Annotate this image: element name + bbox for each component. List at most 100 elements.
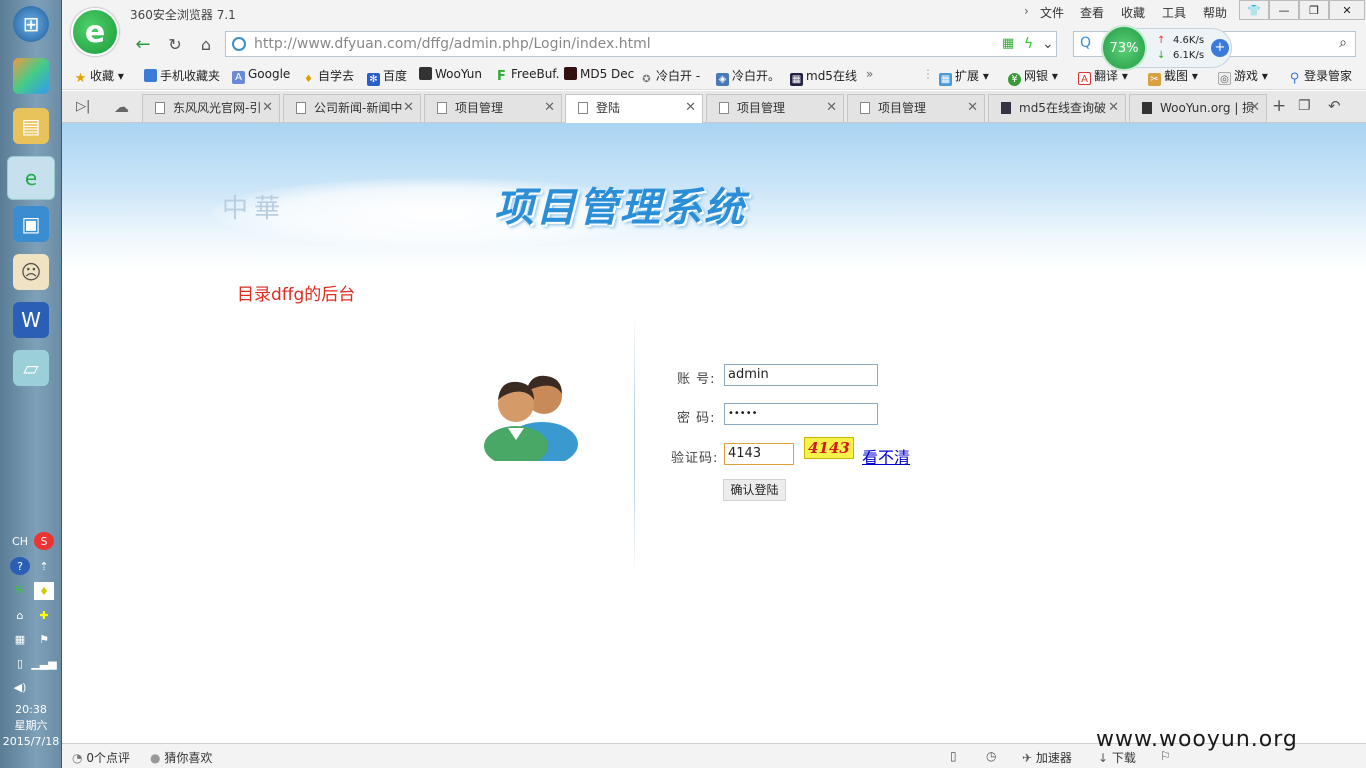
tab-project-2[interactable]: 项目管理 ✕ bbox=[706, 94, 844, 122]
bookmark-mobile[interactable]: 手机收藏夹 bbox=[144, 67, 220, 84]
close-tab-icon[interactable]: ✕ bbox=[262, 95, 273, 121]
bookmark-wooyun[interactable]: WooYun bbox=[419, 67, 482, 81]
toolbar-games[interactable]: ◎ 游戏 ▾ bbox=[1218, 67, 1268, 85]
notebook-icon[interactable]: ▱ bbox=[13, 350, 49, 386]
page-content: 中華 项目管理系统 目录dffg的后台 账 号: admin 密 码: ••••… bbox=[62, 123, 1366, 743]
close-tab-icon[interactable]: ✕ bbox=[685, 95, 696, 121]
menu-help[interactable]: 帮助 bbox=[1203, 4, 1227, 21]
comments-status[interactable]: ◔ 0个点评 bbox=[72, 749, 130, 766]
bookmark-lengbaikai-1[interactable]: ✪ 冷白开 - bbox=[640, 67, 700, 86]
captcha-image[interactable]: 4143 bbox=[804, 437, 854, 459]
mobile-icon[interactable]: ▯ bbox=[950, 749, 957, 763]
download-arrow-icon: ↓ bbox=[1157, 50, 1166, 61]
captcha-refresh-link[interactable]: 看不清 bbox=[862, 444, 910, 468]
bulb-icon[interactable]: ♦ bbox=[34, 582, 54, 600]
360-browser-logo[interactable]: e bbox=[71, 8, 119, 56]
chevron-down-icon[interactable]: ⌄ bbox=[1042, 32, 1054, 56]
tab-md5[interactable]: md5在线查询破 ✕ bbox=[988, 94, 1126, 122]
more-bookmarks-icon[interactable]: » bbox=[866, 67, 873, 81]
skin-icon[interactable]: 👕 bbox=[1239, 0, 1269, 20]
search-engine-icon[interactable]: Q bbox=[1080, 35, 1091, 51]
menu-file[interactable]: 文件 bbox=[1040, 4, 1064, 21]
password-label: 密 码: bbox=[677, 411, 716, 426]
menu-favorites[interactable]: 收藏 bbox=[1121, 4, 1145, 21]
lightning-icon[interactable]: ϟ bbox=[1024, 32, 1033, 56]
tab-company-news[interactable]: 公司新闻-新闻中 ✕ bbox=[283, 94, 421, 122]
search-icon[interactable]: ⌕ bbox=[1339, 35, 1347, 51]
toolbar-extensions[interactable]: ▦ 扩展 ▾ bbox=[939, 67, 989, 86]
add-icon[interactable]: + bbox=[1211, 39, 1229, 57]
tab-list-icon[interactable]: ❐ bbox=[1298, 98, 1311, 114]
browser-360-icon[interactable]: e bbox=[7, 156, 55, 200]
help-icon[interactable]: ? bbox=[10, 557, 30, 575]
undo-close-icon[interactable]: ↶ bbox=[1328, 97, 1341, 115]
word-icon[interactable]: W bbox=[13, 302, 49, 338]
menu-tools[interactable]: 工具 bbox=[1162, 4, 1186, 21]
close-tab-icon[interactable]: ✕ bbox=[967, 95, 978, 121]
start-button[interactable]: ⊞ bbox=[13, 6, 49, 42]
signal-icon[interactable]: ▁▃▅ bbox=[31, 654, 56, 672]
tab-wooyun[interactable]: WooYun.org | 损 ✕ bbox=[1129, 94, 1267, 122]
window-app-icon[interactable]: ▣ bbox=[13, 206, 49, 242]
network-tray-icon[interactable]: ⌂ bbox=[10, 606, 30, 624]
system-clock[interactable]: 20:38 星期六 2015/7/18 bbox=[0, 702, 62, 750]
refresh-icon[interactable]: ↻ bbox=[162, 33, 188, 55]
accelerator-button[interactable]: ✈ 加速器 bbox=[1022, 749, 1072, 766]
speed-dial-icon[interactable]: ◷ bbox=[986, 749, 996, 763]
sogou-icon[interactable]: S bbox=[34, 532, 54, 550]
login-submit-button[interactable]: 确认登陆 bbox=[723, 479, 786, 501]
minimize-button[interactable]: — bbox=[1269, 0, 1299, 20]
qr-code-icon[interactable]: ▦ bbox=[1002, 32, 1014, 56]
network-speed-widget[interactable]: 73% ↑ 4.6K/s ↓ 6.1K/s + bbox=[1101, 25, 1232, 71]
close-tab-icon[interactable]: ✕ bbox=[1108, 95, 1119, 121]
home-icon[interactable]: ⌂ bbox=[193, 33, 219, 55]
bookmark-baidu[interactable]: ✻ 百度 bbox=[367, 67, 407, 86]
system-title: 项目管理系统 bbox=[494, 184, 746, 231]
close-tab-icon[interactable]: ✕ bbox=[826, 95, 837, 121]
close-tab-icon[interactable]: ✕ bbox=[403, 95, 414, 121]
tab-dongfeng[interactable]: 东风风光官网-引 ✕ bbox=[142, 94, 280, 122]
maximize-button[interactable]: ❐ bbox=[1299, 0, 1329, 20]
cloud-icon[interactable]: ☁ bbox=[114, 98, 129, 116]
tab-project-3[interactable]: 项目管理 ✕ bbox=[847, 94, 985, 122]
bookmark-md5dec[interactable]: MD5 Dec bbox=[564, 67, 634, 81]
account-input[interactable]: admin bbox=[724, 364, 878, 386]
bookmark-zixuequ[interactable]: ♦ 自学去 bbox=[302, 67, 354, 86]
users-icon bbox=[484, 375, 578, 461]
close-button[interactable]: ✕ bbox=[1329, 0, 1365, 20]
toolbar-screenshot[interactable]: ✂ 截图 ▾ bbox=[1148, 67, 1198, 86]
tab-login[interactable]: 登陆 ✕ bbox=[565, 94, 703, 124]
monitor-tray-icon[interactable]: ▦ bbox=[10, 630, 30, 648]
close-tab-icon[interactable]: ✕ bbox=[544, 95, 555, 121]
plus-tray-icon[interactable]: ✚ bbox=[34, 606, 54, 624]
bookmark-lengbaikai-2[interactable]: ◈ 冷白开。 bbox=[716, 67, 780, 86]
bookmark-md5-online[interactable]: ▦ md5在线 bbox=[790, 67, 857, 86]
clock-weekday: 星期六 bbox=[14, 719, 48, 732]
windows-taskbar: ⊞ ▤ e ▣ ☹ W ▱ CH S ? ⇡ ⛨ ♦ ⌂ ✚ ▦ ⚑ ▯ ▁▃▅… bbox=[0, 0, 62, 768]
volume-icon[interactable]: ◀) bbox=[10, 678, 30, 696]
face-app-icon[interactable]: ☹ bbox=[13, 254, 49, 290]
toolbar-netbank[interactable]: ¥ 网银 ▾ bbox=[1008, 67, 1058, 86]
new-tab-icon[interactable]: + bbox=[1272, 96, 1286, 116]
back-arrow-icon[interactable]: ← bbox=[130, 33, 156, 55]
close-tab-icon[interactable]: ✕ bbox=[1249, 95, 1260, 121]
bookmark-freebuf[interactable]: F FreeBuf. bbox=[495, 67, 559, 83]
tab-project-1[interactable]: 项目管理 ✕ bbox=[424, 94, 562, 122]
password-input[interactable]: ••••• bbox=[724, 403, 878, 425]
language-indicator[interactable]: CH bbox=[10, 532, 30, 550]
shield-icon[interactable]: ⛨ bbox=[10, 582, 30, 600]
guess-you-like[interactable]: ● 猜你喜欢 bbox=[150, 749, 212, 766]
captcha-input[interactable]: 4143 bbox=[724, 443, 794, 465]
bookmark-favorites[interactable]: ★ 收藏 ▾ bbox=[74, 67, 124, 85]
address-bar[interactable]: http://www.dfyuan.com/dffg/admin.php/Log… bbox=[225, 31, 1057, 57]
sidebar-toggle-icon[interactable]: ▷| bbox=[76, 99, 90, 114]
menu-view[interactable]: 查看 bbox=[1080, 4, 1104, 21]
clipboard-tray-icon[interactable]: ▯ bbox=[10, 654, 30, 672]
expand-tray-icon[interactable]: ⇡ bbox=[34, 557, 54, 575]
app-icon-colorful[interactable] bbox=[13, 58, 49, 94]
toolbar-login-manager[interactable]: ⚲ 登录管家 bbox=[1288, 67, 1352, 85]
chevron-right-icon[interactable]: › bbox=[1024, 4, 1029, 18]
folder-icon[interactable]: ▤ bbox=[13, 108, 49, 144]
bookmark-google[interactable]: A Google bbox=[232, 67, 290, 84]
flag-icon[interactable]: ⚑ bbox=[34, 630, 54, 648]
